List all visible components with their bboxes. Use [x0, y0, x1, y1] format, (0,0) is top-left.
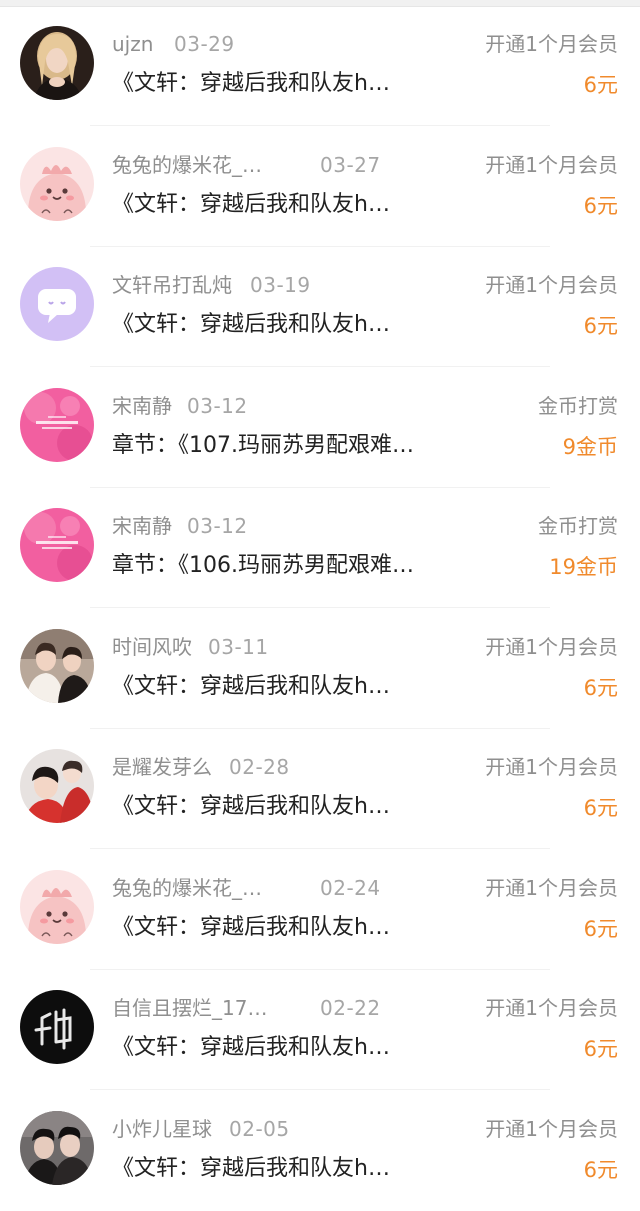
name-line: ujzn 03-29: [112, 29, 452, 59]
date: 03-29: [174, 32, 235, 56]
user-name[interactable]: 宋南静: [112, 391, 172, 421]
avatar-pink-logo[interactable]: [20, 387, 94, 462]
amount: 19金币: [549, 555, 618, 579]
name-line: 宋南静 03-12: [112, 511, 452, 541]
avatar-black-calligraphy[interactable]: [20, 990, 94, 1064]
avatar-two-people-dark[interactable]: [20, 1110, 94, 1185]
date: 03-19: [250, 273, 311, 297]
item-title: 《文轩：穿越后我和队友h…: [112, 1155, 390, 1181]
list-item[interactable]: 兔兔的爆米花_… 03-27 开通1个月会员《文轩：穿越后我和队友h… 6元: [0, 127, 640, 247]
date: 02-28: [229, 755, 290, 779]
item-title: 章节：《107.玛丽苏男配艰难…: [112, 432, 414, 458]
item-title: 《文轩：穿越后我和队友h…: [112, 673, 390, 699]
user-name[interactable]: ujzn: [112, 29, 153, 59]
list-item[interactable]: 宋南静 03-12 金币打赏章节：《107.玛丽苏男配艰难… 9金币: [0, 368, 640, 488]
name-line: 小炸儿星球 02-05: [112, 1114, 452, 1144]
name-line: 时间风吹 03-11: [112, 632, 452, 662]
action-type: 开通1个月会员: [485, 875, 618, 900]
list-item[interactable]: 是耀发芽么 02-28 开通1个月会员《文轩：穿越后我和队友h… 6元: [0, 729, 640, 849]
date: 02-05: [229, 1116, 290, 1141]
amount: 9金币: [562, 434, 618, 459]
amount: 6元: [583, 916, 618, 941]
user-name[interactable]: 兔兔的爆米花_…: [112, 150, 262, 180]
date: 03-27: [320, 152, 381, 177]
user-name[interactable]: 文轩吊打乱炖: [112, 270, 232, 300]
name-line: 兔兔的爆米花_… 03-27: [112, 150, 452, 180]
avatar-blonde-woman[interactable]: [20, 26, 94, 100]
list-item[interactable]: 文轩吊打乱炖 03-19 开通1个月会员《文轩：穿越后我和队友h… 6元: [0, 247, 640, 367]
amount: 6元: [583, 675, 618, 700]
date: 02-24: [320, 875, 381, 900]
date: 03-12: [187, 514, 248, 538]
amount: 6元: [583, 73, 618, 97]
list-item[interactable]: 小炸儿星球 02-05 开通1个月会员《文轩：穿越后我和队友h… 6元: [0, 1091, 640, 1211]
user-name[interactable]: 宋南静: [112, 511, 172, 541]
item-title: 章节：《106.玛丽苏男配艰难…: [112, 553, 414, 578]
avatar-two-people[interactable]: [20, 628, 94, 703]
name-line: 是耀发芽么 02-28: [112, 752, 452, 782]
list-item[interactable]: 宋南静 03-12 金币打赏章节：《106.玛丽苏男配艰难… 19金币: [0, 488, 640, 608]
user-name[interactable]: 自信且摆烂_17…: [112, 993, 267, 1023]
action-type: 开通1个月会员: [485, 1116, 618, 1141]
action-type: 金币打赏: [538, 514, 618, 538]
list-item[interactable]: ujzn 03-29 开通1个月会员《文轩：穿越后我和队友h… 6元: [0, 6, 640, 126]
action-type: 开通1个月会员: [485, 273, 618, 297]
amount: 6元: [583, 1157, 618, 1182]
user-name[interactable]: 兔兔的爆米花_…: [112, 873, 262, 903]
item-title: 《文轩：穿越后我和队友h…: [112, 914, 390, 940]
action-type: 开通1个月会员: [485, 152, 618, 177]
action-type: 开通1个月会员: [485, 32, 618, 56]
amount: 6元: [583, 193, 618, 218]
action-type: 开通1个月会员: [485, 996, 618, 1020]
date: 03-12: [187, 393, 248, 418]
name-line: 文轩吊打乱炖 03-19: [112, 270, 452, 300]
avatar-red-shirt-pair[interactable]: [20, 749, 94, 823]
date: 03-11: [208, 634, 269, 659]
amount: 6元: [583, 796, 618, 820]
item-title: 《文轩：穿越后我和队友h…: [112, 1035, 390, 1060]
avatar-pink-cartoon[interactable]: [20, 146, 94, 221]
item-title: 《文轩：穿越后我和队友h…: [112, 191, 390, 217]
avatar-pink-cartoon[interactable]: [20, 869, 94, 944]
action-type: 金币打赏: [538, 393, 618, 418]
user-name[interactable]: 时间风吹: [112, 632, 192, 662]
user-name[interactable]: 是耀发芽么: [112, 752, 212, 782]
list-item[interactable]: 自信且摆烂_17… 02-22 开通1个月会员《文轩：穿越后我和队友h… 6元: [0, 970, 640, 1090]
name-line: 兔兔的爆米花_… 02-24: [112, 873, 452, 903]
item-title: 《文轩：穿越后我和队友h…: [112, 312, 390, 337]
name-line: 宋南静 03-12: [112, 391, 452, 421]
avatar-purple-chat-bubble[interactable]: [20, 267, 94, 341]
amount: 6元: [583, 314, 618, 338]
name-line: 自信且摆烂_17… 02-22: [112, 993, 452, 1023]
item-title: 《文轩：穿越后我和队友h…: [112, 794, 390, 819]
user-name[interactable]: 小炸儿星球: [112, 1114, 212, 1144]
action-type: 开通1个月会员: [485, 755, 618, 779]
amount: 6元: [583, 1037, 618, 1061]
avatar-pink-logo[interactable]: [20, 508, 94, 582]
action-type: 开通1个月会员: [485, 634, 618, 659]
date: 02-22: [320, 996, 381, 1020]
list-item[interactable]: 时间风吹 03-11 开通1个月会员《文轩：穿越后我和队友h… 6元: [0, 609, 640, 729]
item-title: 《文轩：穿越后我和队友h…: [112, 71, 390, 96]
list-item[interactable]: 兔兔的爆米花_… 02-24 开通1个月会员《文轩：穿越后我和队友h… 6元: [0, 850, 640, 970]
